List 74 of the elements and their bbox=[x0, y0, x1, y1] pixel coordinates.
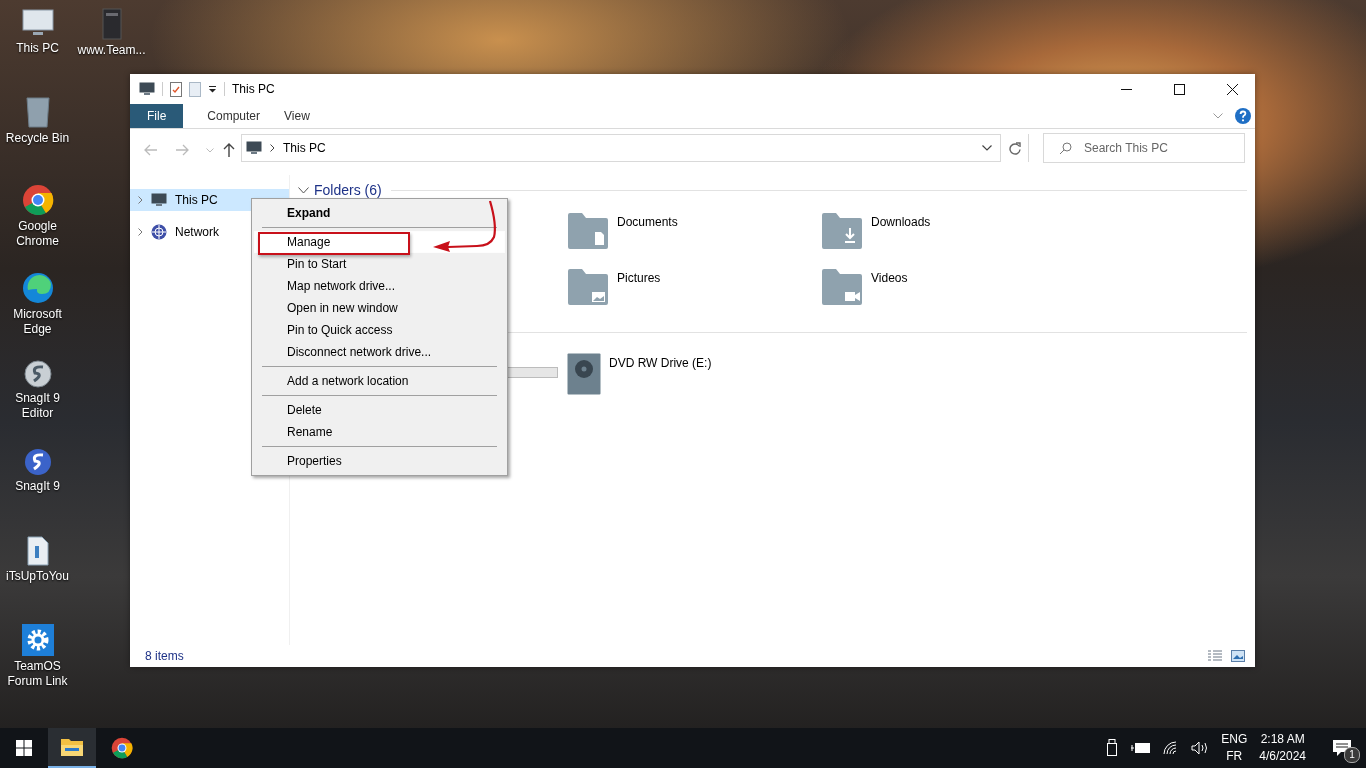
close-icon[interactable] bbox=[1226, 83, 1238, 95]
usb-device-icon[interactable] bbox=[1107, 739, 1120, 757]
menu-item[interactable]: Add a network location bbox=[254, 370, 505, 392]
document-icon[interactable] bbox=[25, 536, 50, 566]
search-icon bbox=[1059, 142, 1072, 155]
computer-icon bbox=[246, 141, 262, 155]
globe-icon bbox=[151, 224, 167, 240]
folder-name[interactable]: Videos bbox=[871, 271, 908, 285]
desktop-icon-label[interactable]: SnagIt 9 bbox=[0, 479, 75, 494]
downloads-folder-icon[interactable] bbox=[821, 212, 863, 250]
clock[interactable]: 2:18 AM 4/6/2024 bbox=[1259, 731, 1306, 765]
menu-item[interactable]: Map network drive... bbox=[254, 275, 505, 297]
folder-name[interactable]: Pictures bbox=[617, 271, 661, 285]
ribbon-tab[interactable]: Computer bbox=[195, 104, 273, 128]
address-path: This PC bbox=[283, 141, 326, 155]
dropdown-icon[interactable] bbox=[208, 85, 217, 93]
menu-item[interactable]: Disconnect network drive... bbox=[254, 341, 505, 363]
desktop-icon-label[interactable]: Microsoft Edge bbox=[0, 307, 75, 337]
section-header[interactable]: Folders (6) bbox=[314, 182, 382, 198]
maximize-icon[interactable] bbox=[1173, 83, 1185, 95]
menu-item[interactable]: Pin to Quick access bbox=[254, 319, 505, 341]
edge-icon[interactable] bbox=[21, 272, 54, 304]
desktop-icon-label[interactable]: Google Chrome bbox=[0, 219, 75, 249]
properties-icon[interactable] bbox=[170, 81, 182, 97]
window-title: This PC bbox=[232, 82, 275, 96]
battery-icon[interactable] bbox=[1131, 742, 1152, 754]
item-count: 8 items bbox=[145, 649, 184, 663]
ribbon-tab[interactable]: View bbox=[272, 104, 322, 128]
desktop-icon-label[interactable]: iTsUpToYou bbox=[0, 569, 75, 584]
file-explorer-taskbar-button[interactable] bbox=[48, 728, 96, 768]
videos-folder-icon[interactable] bbox=[821, 268, 863, 306]
chevron-right-icon[interactable] bbox=[270, 144, 275, 152]
snagit-editor-icon[interactable] bbox=[23, 360, 52, 388]
refresh-icon[interactable] bbox=[1008, 141, 1021, 155]
folder-name[interactable]: Documents bbox=[617, 215, 678, 229]
desktop-icon-label[interactable]: SnagIt 9 Editor bbox=[0, 391, 75, 421]
address-bar[interactable]: This PC bbox=[241, 134, 1029, 162]
input-language-indicator[interactable]: ENG FR bbox=[1221, 731, 1248, 765]
desktop-icon-label[interactable]: www.Team... bbox=[74, 43, 149, 58]
desktop-icon-label[interactable]: Recycle Bin bbox=[0, 131, 75, 146]
computer-icon bbox=[151, 193, 167, 207]
menu-item[interactable]: Open in new window bbox=[254, 297, 505, 319]
menu-item[interactable]: Delete bbox=[254, 399, 505, 421]
menu-item[interactable]: Manage bbox=[254, 231, 505, 253]
chevron-right-icon[interactable] bbox=[138, 228, 143, 236]
monitor-icon[interactable] bbox=[21, 8, 54, 38]
documents-folder-icon[interactable] bbox=[567, 212, 609, 250]
menu-item[interactable]: Rename bbox=[254, 421, 505, 443]
menu-item[interactable]: Properties bbox=[254, 450, 505, 472]
disc-drive-icon[interactable] bbox=[567, 353, 601, 395]
help-icon[interactable] bbox=[1235, 108, 1251, 124]
drive-name[interactable]: DVD RW Drive (E:) bbox=[609, 356, 712, 370]
file-menu-tab[interactable]: File bbox=[130, 104, 184, 128]
desktop-icon-label[interactable]: This PC bbox=[0, 41, 75, 56]
chrome-icon[interactable] bbox=[21, 184, 54, 216]
chrome-icon[interactable] bbox=[111, 737, 133, 759]
desktop-icon-label[interactable]: TeamOS Forum Link bbox=[0, 659, 75, 689]
large-icons-view-icon[interactable] bbox=[1231, 650, 1245, 662]
recycle-bin-icon[interactable] bbox=[24, 96, 51, 128]
pictures-folder-icon[interactable] bbox=[567, 268, 609, 306]
up-arrow-icon[interactable] bbox=[223, 143, 235, 157]
menu-item[interactable]: Pin to Start bbox=[254, 253, 505, 275]
computer-icon bbox=[139, 82, 155, 96]
collapse-chevron-icon[interactable] bbox=[298, 186, 309, 194]
chevron-down-icon[interactable] bbox=[982, 145, 992, 151]
notification-count-badge: 1 bbox=[1344, 747, 1360, 763]
gear-icon[interactable] bbox=[21, 624, 54, 656]
snagit-icon[interactable] bbox=[23, 448, 52, 476]
book-icon[interactable] bbox=[101, 8, 122, 40]
speaker-icon[interactable] bbox=[1191, 741, 1210, 755]
notifications-button[interactable]: 1 bbox=[1318, 728, 1366, 768]
search-field[interactable]: Search This PC bbox=[1043, 133, 1245, 163]
folder-icon[interactable] bbox=[61, 738, 83, 756]
folder-name[interactable]: Downloads bbox=[871, 215, 931, 229]
